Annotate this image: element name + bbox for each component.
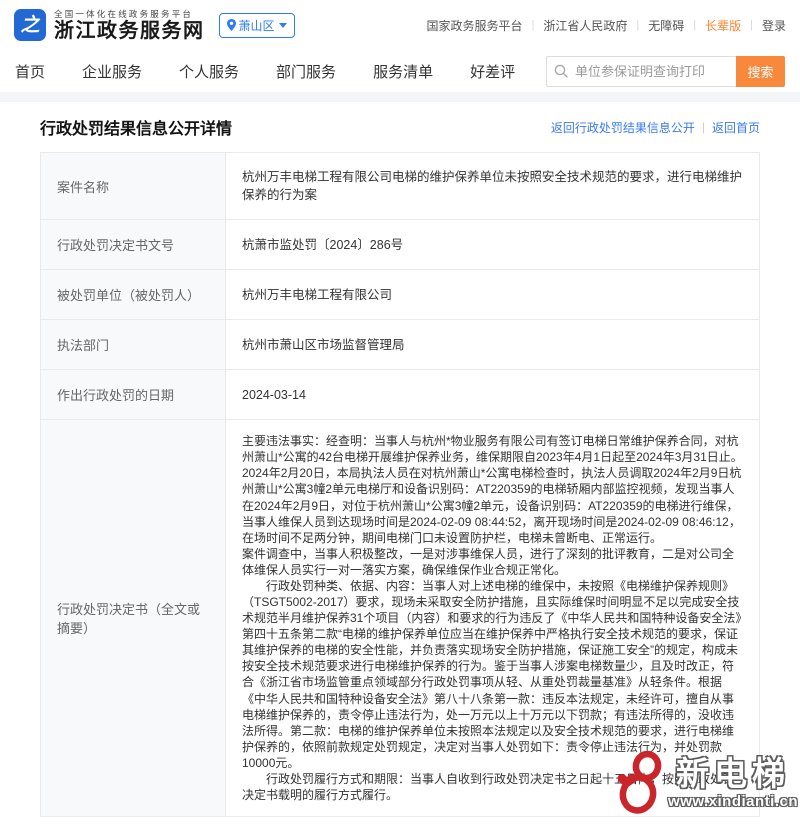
row-label: 案件名称 <box>41 153 226 219</box>
table-row: 案件名称杭州万丰电梯工程有限公司电梯的维护保养单位未按照安全技术规范的要求，进行… <box>41 153 759 219</box>
table-row: 行政处罚决定书文号杭萧市监处罚〔2024〕286号 <box>41 219 759 269</box>
top-links: 国家政务服务平台 | 浙江省人民政府 | 无障碍 | 长辈版 | 登录 <box>426 17 786 34</box>
top-link-1[interactable]: 国家政务服务平台 <box>426 17 522 34</box>
site-name: 浙江政务服务网 <box>54 21 205 42</box>
row-value: 杭萧市监处罚〔2024〕286号 <box>226 220 759 269</box>
separator-band <box>0 92 800 102</box>
nav-item-3[interactable]: 个人服务 <box>179 61 239 82</box>
logo-text: 全国一体化在线政务服务平台 浙江政务服务网 <box>54 8 205 42</box>
decision-paragraph: 2024年2月20日，本局执法人员在对杭州萧山*公寓电梯检查时，执法人员调取20… <box>242 465 743 545</box>
decision-paragraph: 行政处罚种类、依据、内容：当事人对上述电梯的维保中，未按照《电梯维护保养规则》（… <box>242 578 743 771</box>
row-label: 行政处罚决定书（全文或摘要） <box>41 420 226 816</box>
table-row: 执法部门杭州市萧山区市场监督管理局 <box>41 319 759 369</box>
nav-item-1[interactable]: 首页 <box>15 61 45 82</box>
row-value: 杭州市萧山区市场监督管理局 <box>226 320 759 369</box>
location-label: 萧山区 <box>239 17 275 34</box>
logo-glyph: 之 <box>20 16 39 35</box>
nav-item-4[interactable]: 部门服务 <box>276 61 336 82</box>
decision-text: 主要违法事实：经查明：当事人与杭州*物业服务有限公司有签订电梯日常维护保养合同，… <box>226 420 759 816</box>
page-title: 行政处罚结果信息公开详情 <box>40 115 232 139</box>
decision-paragraph: 主要违法事实：经查明：当事人与杭州*物业服务有限公司有签订电梯日常维护保养合同，… <box>242 433 743 465</box>
nav-item-5[interactable]: 服务清单 <box>373 61 433 82</box>
title-bar: 行政处罚结果信息公开详情 返回行政处罚结果信息公开 | 返回首页 <box>40 102 760 152</box>
location-pin-icon <box>227 19 236 31</box>
platform-tagline: 全国一体化在线政务服务平台 <box>54 8 205 20</box>
site-logo-icon[interactable]: 之 <box>14 9 46 41</box>
decision-paragraph: 案件调查中，当事人积极整改，一是对涉事维保人员，进行了深刻的批评教育，二是对公司… <box>242 546 743 578</box>
row-value: 杭州万丰电梯工程有限公司 <box>226 270 759 319</box>
title-links: 返回行政处罚结果信息公开 | 返回首页 <box>551 119 760 136</box>
top-link-4[interactable]: 长辈版 <box>705 17 741 34</box>
search-icon <box>554 64 568 78</box>
back-to-list-link[interactable]: 返回行政处罚结果信息公开 <box>551 119 695 136</box>
row-value: 杭州万丰电梯工程有限公司电梯的维护保养单位未按照安全技术规范的要求，进行电梯维护… <box>226 153 759 219</box>
table-row-decision: 行政处罚决定书（全文或摘要） 主要违法事实：经查明：当事人与杭州*物业服务有限公司… <box>41 419 759 816</box>
table-row: 作出行政处罚的日期2024-03-14 <box>41 369 759 419</box>
row-label: 被处罚单位（被处罚人） <box>41 270 226 319</box>
nav-item-6[interactable]: 好差评 <box>470 61 515 82</box>
separator: | <box>636 19 639 31</box>
info-table: 案件名称杭州万丰电梯工程有限公司电梯的维护保养单位未按照安全技术规范的要求，进行… <box>40 152 760 817</box>
main-nav: 首页 企业服务 个人服务 部门服务 服务清单 好差评 搜索 <box>0 50 800 92</box>
table-row: 被处罚单位（被处罚人）杭州万丰电梯工程有限公司 <box>41 269 759 319</box>
chevron-down-icon <box>279 23 287 28</box>
row-value: 2024-03-14 <box>226 370 759 419</box>
separator: | <box>693 19 696 31</box>
separator: | <box>532 19 535 31</box>
decision-paragraph: 行政处罚履行方式和期限：当事人自收到行政处罚决定书之日起十五日内，按照行政处罚决… <box>242 771 743 803</box>
search-area: 搜索 <box>546 56 785 87</box>
row-label: 行政处罚决定书文号 <box>41 220 226 269</box>
search-input[interactable] <box>546 56 736 87</box>
top-link-3[interactable]: 无障碍 <box>648 17 684 34</box>
search-button[interactable]: 搜索 <box>736 56 785 87</box>
back-to-home-link[interactable]: 返回首页 <box>712 119 760 136</box>
row-label: 作出行政处罚的日期 <box>41 370 226 419</box>
top-link-5[interactable]: 登录 <box>762 17 786 34</box>
nav-item-2[interactable]: 企业服务 <box>82 61 142 82</box>
row-label: 执法部门 <box>41 320 226 369</box>
top-link-2[interactable]: 浙江省人民政府 <box>543 17 627 34</box>
main-content: 行政处罚结果信息公开详情 返回行政处罚结果信息公开 | 返回首页 案件名称杭州万… <box>0 102 800 827</box>
search-wrap <box>546 56 736 87</box>
separator: | <box>702 120 705 134</box>
nav-items: 首页 企业服务 个人服务 部门服务 服务清单 好差评 <box>15 61 515 82</box>
location-selector[interactable]: 萧山区 <box>219 13 295 38</box>
separator: | <box>750 19 753 31</box>
site-header: 之 全国一体化在线政务服务平台 浙江政务服务网 萧山区 国家政务服务平台 | 浙江省… <box>0 0 800 50</box>
